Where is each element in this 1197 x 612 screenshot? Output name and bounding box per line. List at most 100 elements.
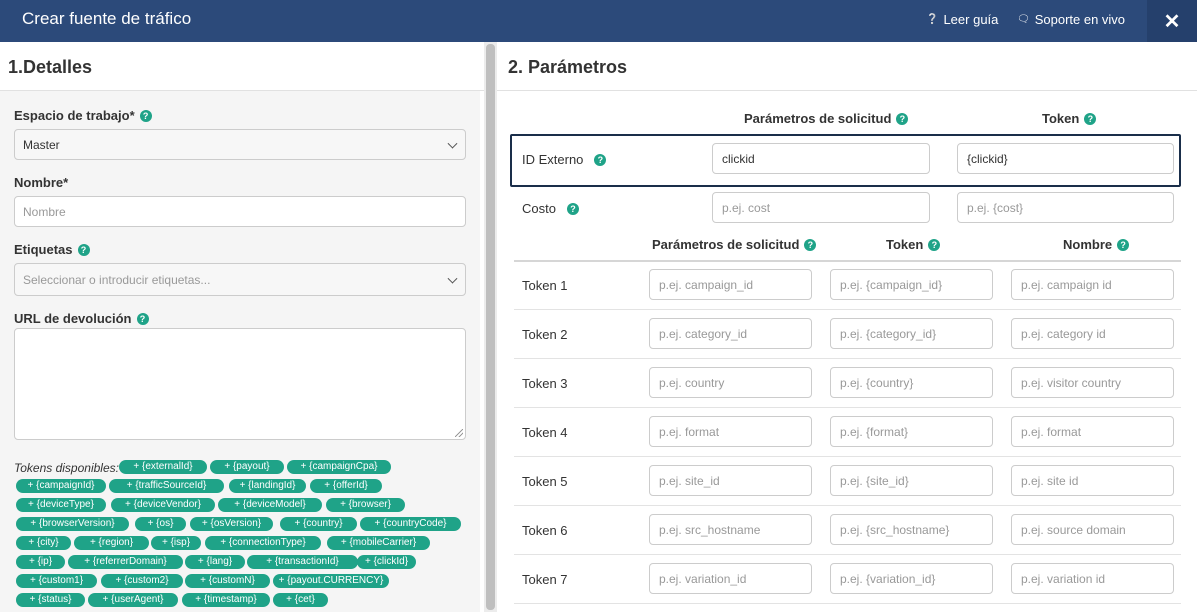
token-chip[interactable]: + {lang} <box>185 555 245 569</box>
token-chip[interactable]: + {countryCode} <box>360 517 461 531</box>
token-token-placeholder: p.ej. {src_hostname} <box>840 522 950 537</box>
token-name-input[interactable]: p.ej. campaign id <box>1011 269 1174 300</box>
token-chip[interactable]: + {browserVersion} <box>16 517 129 531</box>
token-name-placeholder: p.ej. format <box>1021 424 1082 439</box>
token-name-input[interactable]: p.ej. site id <box>1011 465 1174 496</box>
cost-token-input[interactable]: p.ej. {cost} <box>957 192 1174 223</box>
token-name-input[interactable]: p.ej. category id <box>1011 318 1174 349</box>
token-name-input[interactable]: p.ej. source domain <box>1011 514 1174 545</box>
token-name-input[interactable]: p.ej. visitor country <box>1011 367 1174 398</box>
token-chip[interactable]: + {deviceModel} <box>218 498 322 512</box>
token-chip[interactable]: + {referrerDomain} <box>68 555 183 569</box>
name-input[interactable]: Nombre <box>14 196 466 227</box>
token-chip[interactable]: + {city} <box>16 536 71 550</box>
workspace-select[interactable]: Master <box>14 129 466 160</box>
tags-select[interactable]: Seleccionar o introducir etiquetas... <box>14 263 466 296</box>
token-token-input[interactable]: p.ej. {category_id} <box>830 318 993 349</box>
external-id-label: ID Externo ? <box>522 152 607 167</box>
token-name-input[interactable]: p.ej. variation id <box>1011 563 1174 594</box>
question-circle-icon[interactable]: ? <box>136 312 149 325</box>
token-chip[interactable]: + {os} <box>135 517 186 531</box>
token-chip[interactable]: + {payout.CURRENCY} <box>273 574 389 588</box>
details-scrollbar-thumb[interactable] <box>486 44 495 610</box>
workspace-label: Espacio de trabajo* ? <box>14 108 152 123</box>
question-circle-icon[interactable]: ? <box>928 238 941 251</box>
name-label-text: Nombre* <box>14 175 69 190</box>
token-chip[interactable]: + {isp} <box>151 536 201 550</box>
token-chip[interactable]: + {custom1} <box>16 574 97 588</box>
read-guide-link[interactable]: ❔ Leer guía <box>926 12 998 27</box>
token-chip[interactable]: + {osVersion} <box>190 517 273 531</box>
token-chip[interactable]: + {trafficSourceId} <box>109 479 224 493</box>
token-chip[interactable]: + {ip} <box>16 555 65 569</box>
token-row-label: Token 2 <box>522 327 568 342</box>
token-param-input[interactable]: p.ej. variation_id <box>649 563 812 594</box>
token-chip[interactable]: + {payout} <box>210 460 284 474</box>
token-row-label: Token 3 <box>522 376 568 391</box>
token-chip[interactable]: + {connectionType} <box>205 536 321 550</box>
token-param-input[interactable]: p.ej. category_id <box>649 318 812 349</box>
token-chip[interactable]: + {status} <box>16 593 85 607</box>
request-param-header: Parámetros de solicitud ? <box>744 111 909 126</box>
params-divider <box>497 90 1197 91</box>
token-param-input[interactable]: p.ej. country <box>649 367 812 398</box>
question-circle-icon[interactable]: ? <box>1117 238 1130 251</box>
token-chip[interactable]: + {customN} <box>185 574 270 588</box>
token-param-input[interactable]: p.ej. campaign_id <box>649 269 812 300</box>
cost-param-placeholder: p.ej. cost <box>722 200 771 215</box>
question-circle-icon[interactable]: ? <box>1084 112 1097 125</box>
token-chip[interactable]: + {transactionId} <box>247 555 358 569</box>
read-guide-label: Leer guía <box>943 12 999 27</box>
postback-label-text: URL de devolución <box>14 311 132 326</box>
name-label: Nombre* <box>14 175 68 190</box>
token-param-placeholder: p.ej. site_id <box>659 473 720 488</box>
postback-url-textarea[interactable] <box>14 328 466 440</box>
question-circle-icon[interactable]: ? <box>566 202 579 215</box>
token-chip[interactable]: + {custom2} <box>101 574 183 588</box>
token-chip[interactable]: + {mobileCarrier} <box>327 536 430 550</box>
close-button[interactable]: ✕ <box>1147 0 1197 42</box>
token-chip[interactable]: + {country} <box>280 517 357 531</box>
external-id-token-input[interactable]: {clickid} <box>957 143 1174 174</box>
token-token-input[interactable]: p.ej. {country} <box>830 367 993 398</box>
token-token-input[interactable]: p.ej. {variation_id} <box>830 563 993 594</box>
token-chip[interactable]: + {clickId} <box>357 555 416 569</box>
token-chip[interactable]: + {deviceType} <box>16 498 106 512</box>
resize-grip-icon[interactable] <box>455 429 463 437</box>
token-name-input[interactable]: p.ej. format <box>1011 416 1174 447</box>
token-chip[interactable]: + {timestamp} <box>182 593 270 607</box>
token-token-placeholder: p.ej. {site_id} <box>840 473 909 488</box>
token-token-input[interactable]: p.ej. {src_hostname} <box>830 514 993 545</box>
workspace-value: Master <box>23 137 60 152</box>
tags-placeholder: Seleccionar o introducir etiquetas... <box>23 272 211 287</box>
token-chip[interactable]: + {landingId} <box>229 479 306 493</box>
live-support-link[interactable]: 🗨 Soporte en vivo <box>1017 12 1125 27</box>
question-circle-icon[interactable]: ? <box>139 109 152 122</box>
token-param-input[interactable]: p.ej. site_id <box>649 465 812 496</box>
question-circle-icon[interactable]: ? <box>804 238 817 251</box>
token-token-input[interactable]: p.ej. {campaign_id} <box>830 269 993 300</box>
external-id-token-value: {clickid} <box>967 151 1008 166</box>
question-circle-icon[interactable]: ? <box>594 153 607 166</box>
token-chip[interactable]: + {userAgent} <box>88 593 178 607</box>
token-row-divider <box>514 407 1181 408</box>
cost-param-input[interactable]: p.ej. cost <box>712 192 930 223</box>
token-chip[interactable]: + {campaignCpa} <box>287 460 391 474</box>
table-header-divider <box>514 260 1181 262</box>
token-chip[interactable]: + {region} <box>74 536 149 550</box>
token-chip[interactable]: + {cet} <box>273 593 328 607</box>
question-circle-icon[interactable]: ? <box>77 243 90 256</box>
table-token-header-text: Token <box>886 237 924 252</box>
token-token-input[interactable]: p.ej. {format} <box>830 416 993 447</box>
external-id-param-input[interactable]: clickid <box>712 143 930 174</box>
token-chip[interactable]: + {campaignId} <box>16 479 106 493</box>
question-circle-icon[interactable]: ? <box>896 112 909 125</box>
token-chip[interactable]: + {offerId} <box>310 479 382 493</box>
token-token-placeholder: p.ej. {country} <box>840 375 914 390</box>
token-param-input[interactable]: p.ej. src_hostname <box>649 514 812 545</box>
token-chip[interactable]: + {deviceVendor} <box>111 498 215 512</box>
token-token-input[interactable]: p.ej. {site_id} <box>830 465 993 496</box>
token-param-input[interactable]: p.ej. format <box>649 416 812 447</box>
token-chip[interactable]: + {browser} <box>326 498 405 512</box>
token-chip[interactable]: + {externalId} <box>119 460 207 474</box>
